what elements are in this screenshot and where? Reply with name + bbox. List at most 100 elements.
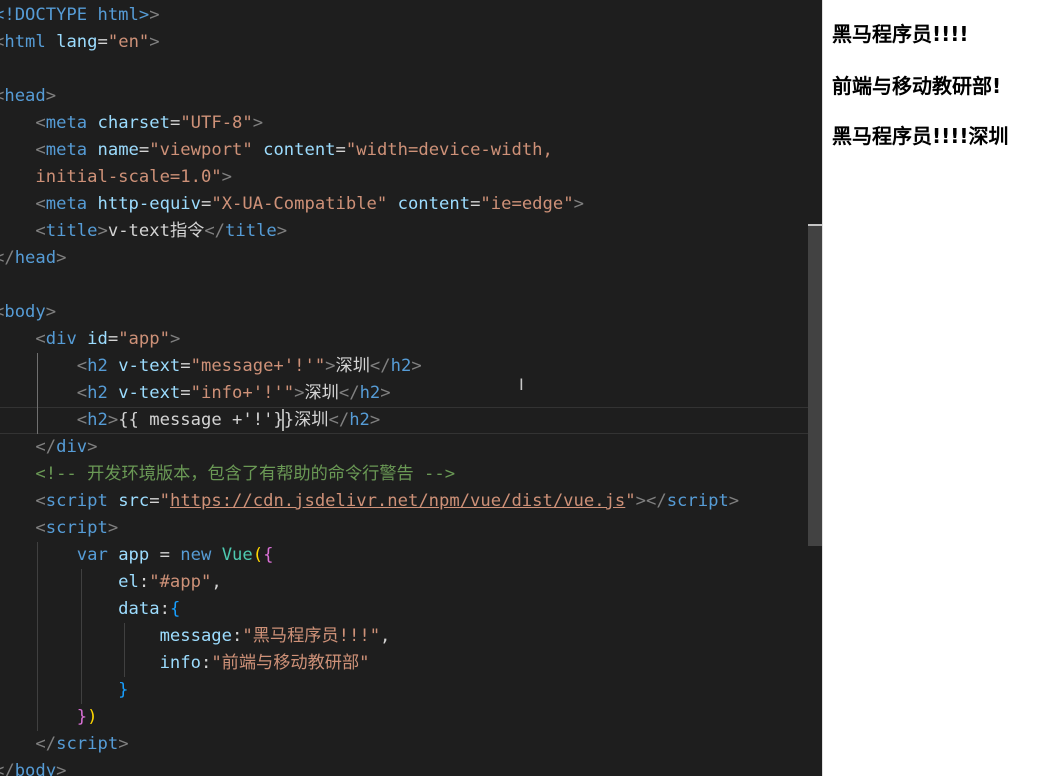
code-token: , — [211, 572, 222, 592]
code-token: > — [149, 5, 160, 25]
code-line[interactable]: <title>v-text指令</title> — [0, 218, 822, 245]
code-token: {{ message +'!'}}深圳 — [118, 410, 329, 430]
code-token: title — [225, 221, 277, 241]
code-token: > — [45, 302, 57, 322]
code-line-text: </div> — [0, 434, 97, 461]
code-token: = — [97, 32, 108, 52]
code-token: src — [107, 491, 150, 511]
code-line[interactable]: <html lang="en"> — [0, 29, 822, 56]
code-line[interactable]: <meta http-equiv="X-UA-Compatible" conte… — [0, 191, 822, 218]
code-token: = — [107, 329, 119, 349]
code-line[interactable]: var app = new Vue({ — [0, 542, 822, 569]
code-line[interactable]: <script src="https://cdn.jsdelivr.net/np… — [0, 488, 822, 515]
code-line-text: var app = new Vue({ — [0, 542, 274, 569]
code-line[interactable]: <meta charset="UTF-8"> — [0, 110, 822, 137]
code-token: > — [294, 383, 305, 403]
code-line[interactable]: <h2 v-text="message+'!'">深圳</h2> — [0, 353, 822, 380]
code-token: </ — [328, 410, 350, 430]
code-token: h2 — [87, 410, 108, 430]
code-line[interactable]: <!DOCTYPE html>> — [0, 2, 822, 29]
code-token: : — [200, 653, 212, 673]
editor-vertical-scrollbar[interactable] — [808, 0, 822, 776]
code-line[interactable]: } — [0, 677, 822, 704]
code-token: = — [470, 194, 481, 214]
code-token: "#app" — [149, 572, 212, 592]
code-token: body — [4, 302, 46, 322]
code-line[interactable]: <body> — [0, 299, 822, 326]
code-token: "前端与移动教研部" — [211, 653, 370, 673]
code-token: > — [252, 113, 264, 133]
code-lines[interactable]: <!DOCTYPE html>><html lang="en"><head> <… — [0, 2, 822, 776]
code-token: "message+'!'" — [190, 356, 326, 376]
code-line-text: </script> — [0, 731, 128, 758]
code-token: > — [107, 518, 119, 538]
code-line[interactable]: info:"前端与移动教研部" — [0, 650, 822, 677]
code-token: > — [276, 221, 288, 241]
code-token: html — [4, 32, 46, 52]
code-line[interactable] — [0, 56, 822, 83]
code-line[interactable]: <div id="app"> — [0, 326, 822, 353]
code-token: content — [387, 194, 471, 214]
code-token: id — [76, 329, 108, 349]
code-line[interactable]: <meta name="viewport" content="width=dev… — [0, 137, 822, 164]
code-token: script — [45, 491, 108, 511]
code-line[interactable]: <head> — [0, 83, 822, 110]
code-line-text: <meta charset="UTF-8"> — [0, 110, 263, 137]
code-line[interactable]: <!-- 开发环境版本，包含了有帮助的命令行警告 --> — [0, 461, 822, 488]
code-token: name — [87, 140, 139, 160]
code-line[interactable]: <h2>{{ message +'!'}}深圳</h2> — [0, 407, 822, 434]
code-token: "UTF-8" — [180, 113, 253, 133]
scrollbar-thumb[interactable] — [808, 226, 822, 546]
code-token: app — [107, 545, 160, 565]
code-token: title — [45, 221, 98, 241]
code-token: = — [180, 356, 191, 376]
code-token: = — [169, 113, 181, 133]
code-token: " — [159, 491, 170, 511]
code-token: message — [0, 626, 232, 646]
code-token: "en" — [107, 32, 150, 52]
code-line-text: <h2 v-text="message+'!'">深圳</h2> — [0, 353, 422, 380]
code-line[interactable]: <h2 v-text="info+'!'">深圳</h2> — [0, 380, 822, 407]
code-token: <!DOCTYPE html> — [0, 5, 150, 25]
code-token: < — [0, 410, 88, 430]
code-line[interactable]: message:"黑马程序员!!!", — [0, 623, 822, 650]
code-line-text: </body> — [0, 758, 66, 776]
code-line-text: <head> — [0, 83, 56, 110]
code-line-text: <html lang="en"> — [0, 29, 160, 56]
code-line[interactable]: <script> — [0, 515, 822, 542]
code-token: < — [35, 491, 46, 511]
code-token: lang — [45, 32, 98, 52]
code-line-text: <div id="app"> — [0, 326, 180, 353]
code-line[interactable] — [0, 272, 822, 299]
code-token: "width=device-width, — [345, 140, 553, 160]
code-line-text: <title>v-text指令</title> — [0, 218, 287, 245]
code-token: = — [335, 140, 346, 160]
code-line[interactable]: </body> — [0, 758, 822, 776]
code-line-text: }) — [0, 704, 98, 731]
code-token: Vue — [211, 545, 253, 565]
code-line[interactable]: </script> — [0, 731, 822, 758]
code-token: v-text — [107, 356, 181, 376]
code-line-text: <script> — [0, 515, 118, 542]
code-token: > — [325, 356, 336, 376]
code-line[interactable]: }) — [0, 704, 822, 731]
code-token: script — [56, 734, 119, 754]
code-token: </ — [0, 248, 15, 268]
code-token: <!-- 开发环境版本，包含了有帮助的命令行警告 --> — [0, 464, 456, 484]
code-line[interactable]: data:{ — [0, 596, 822, 623]
code-line-text: data:{ — [0, 596, 180, 623]
code-token: = — [138, 140, 150, 160]
code-line[interactable]: </head> — [0, 245, 822, 272]
code-token: > — [169, 329, 181, 349]
code-line[interactable]: initial-scale=1.0"> — [0, 164, 822, 191]
code-link[interactable]: https://cdn.jsdelivr.net/npm/vue/dist/vu… — [170, 491, 625, 511]
code-line[interactable]: el:"#app", — [0, 569, 822, 596]
code-token: < — [35, 221, 46, 241]
code-token: content — [252, 140, 336, 160]
code-line[interactable]: </div> — [0, 434, 822, 461]
code-token: h2 — [87, 356, 108, 376]
code-line-text: <!-- 开发环境版本，包含了有帮助的命令行警告 --> — [0, 461, 455, 488]
code-token: > — [221, 167, 233, 187]
code-line-text: info:"前端与移动教研部" — [0, 650, 370, 677]
code-editor[interactable]: <!DOCTYPE html>><html lang="en"><head> <… — [0, 0, 822, 776]
